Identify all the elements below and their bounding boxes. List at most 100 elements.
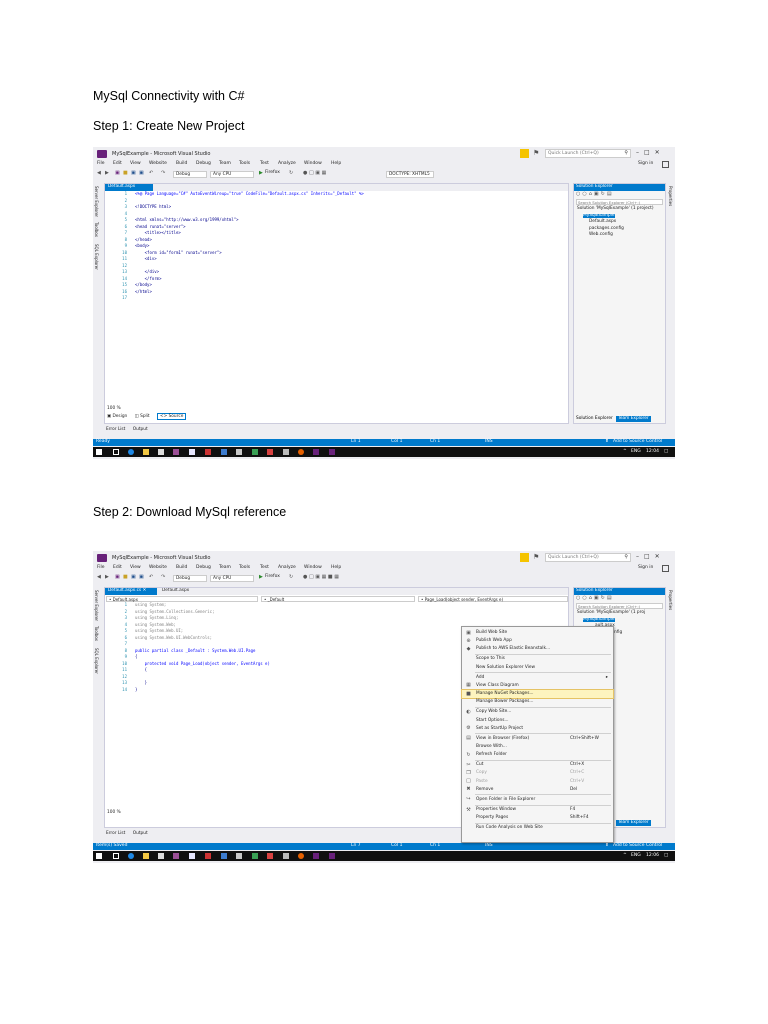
platform-select[interactable]: Any CPU (210, 574, 254, 582)
menu-help[interactable]: Help (331, 161, 341, 167)
store-icon[interactable] (158, 449, 164, 455)
edge-icon[interactable] (128, 449, 134, 455)
context-menu-item[interactable]: Start Options... (462, 717, 613, 725)
context-menu-item[interactable]: ↪ Open Folder in File Explorer (462, 796, 613, 804)
split-tab[interactable]: ◫ Split (135, 414, 150, 419)
context-menu-item[interactable]: ◆ Publish to AWS Elastic Beanstalk... (462, 645, 613, 653)
context-menu-item[interactable]: ▣ Build Web Site (462, 629, 613, 637)
edge-icon[interactable] (128, 853, 134, 859)
tray-clock[interactable]: 12:04 (646, 449, 659, 455)
code-line[interactable]: 17 (105, 296, 560, 303)
app-icon[interactable] (267, 853, 273, 859)
menu-edit[interactable]: Edit (113, 161, 122, 167)
tab-default-aspx[interactable]: Default.aspx (105, 184, 153, 191)
play-icon[interactable]: ▶ (259, 171, 263, 176)
tree-item[interactable]: MySqlExample (583, 617, 615, 622)
feedback-icon[interactable]: ⚑ (533, 150, 540, 157)
menu-website[interactable]: Website (149, 565, 167, 571)
window-controls[interactable]: –□✕ (636, 150, 665, 156)
task-view-icon[interactable] (113, 449, 119, 455)
mail-icon[interactable] (205, 853, 211, 859)
vs-active-icon[interactable] (313, 853, 319, 859)
filter-icon[interactable] (520, 149, 529, 158)
tab-solution-explorer[interactable]: Solution Explorer (574, 416, 615, 422)
sign-in-link[interactable]: Sign in (638, 161, 653, 167)
vs-active-icon[interactable] (313, 449, 319, 455)
windows-start-icon[interactable] (96, 853, 102, 859)
menu-view[interactable]: View (130, 161, 141, 167)
type-navigation-select[interactable]: • _Default (261, 596, 415, 602)
browser-label[interactable]: Firefox (265, 170, 280, 176)
app-icon[interactable] (267, 449, 273, 455)
app-icon[interactable] (283, 853, 289, 859)
firefox-icon[interactable] (298, 449, 304, 455)
open-icon[interactable]: ■ (123, 575, 128, 580)
menu-view[interactable]: View (130, 565, 141, 571)
code-editor[interactable]: Default.aspx 1 <%@ Page Language="C#" Aut… (104, 183, 569, 424)
quick-launch-input[interactable]: Quick Launch (Ctrl+Q) ⚲ (545, 149, 631, 158)
app-icon[interactable] (189, 853, 195, 859)
new-project-icon[interactable]: ▣ (115, 575, 120, 580)
server-explorer-tab[interactable]: Server Explorer (94, 186, 99, 217)
redo-icon[interactable]: ↷ (161, 575, 165, 580)
context-menu-item[interactable]: Manage Bower Packages... (462, 698, 613, 706)
forward-icon[interactable]: ▶ (105, 575, 109, 580)
error-list-tab[interactable]: Error List (106, 427, 125, 432)
filter-icon[interactable] (520, 553, 529, 562)
app-icon[interactable] (252, 449, 258, 455)
save-icon[interactable]: ▣ (131, 575, 136, 580)
menu-build[interactable]: Build (176, 161, 187, 167)
app-icon[interactable] (189, 449, 195, 455)
context-menu-item[interactable]: ↻ Refresh Folder (462, 751, 613, 759)
member-navigation-select[interactable]: • Page_Load(object sender, EventArgs e) (418, 596, 568, 602)
context-menu-item[interactable]: ❐ Copy Ctrl+C (462, 769, 613, 777)
tab-default-aspx[interactable]: Default.aspx (159, 588, 199, 595)
context-menu-item[interactable]: ▤ View in Browser (Firefox) Ctrl+Shift+W (462, 735, 613, 743)
app-icon[interactable] (236, 449, 242, 455)
menu-team[interactable]: Team (219, 161, 231, 167)
windows-start-icon[interactable] (96, 449, 102, 455)
solution-toolbar[interactable]: ○○⌂▣↻▤ (576, 192, 614, 197)
toolbox-tab[interactable]: Toolbox (94, 626, 99, 641)
add-to-source-control-button[interactable]: Add to Source Control (613, 843, 662, 849)
browser-label[interactable]: Firefox (265, 574, 280, 580)
refresh-icon[interactable]: ↻ (289, 575, 293, 580)
source-tab[interactable]: <> Source (157, 412, 187, 420)
solution-toolbar[interactable]: ○○⌂▣↻▤ (576, 596, 614, 601)
quick-launch-input[interactable]: Quick Launch (Ctrl+Q) ⚲ (545, 553, 631, 562)
tree-item[interactable]: packages.config (589, 226, 624, 231)
tab-team-explorer[interactable]: Team Explorer (616, 416, 651, 423)
menu-test[interactable]: Test (260, 565, 269, 571)
tray-chevron-icon[interactable]: ^ (623, 449, 627, 455)
tab-default-aspx-cs[interactable]: Default.aspx.cs ✕ (105, 588, 157, 595)
app-icon[interactable] (236, 853, 242, 859)
context-menu-item[interactable]: ⊕ Publish Web App (462, 637, 613, 645)
context-menu-item[interactable]: ✖ Remove Del (462, 786, 613, 794)
app-icon[interactable] (221, 853, 227, 859)
tray-clock[interactable]: 12:06 (646, 853, 659, 859)
notifications-icon[interactable]: □ (664, 449, 668, 455)
vs-taskbar-icon[interactable] (173, 449, 179, 455)
context-menu-item[interactable]: ⚙ Set as StartUp Project (462, 725, 613, 733)
doctype-select[interactable]: DOCTYPE: XHTML5 (386, 170, 434, 178)
menu-website[interactable]: Website (149, 161, 167, 167)
tab-team-explorer[interactable]: Team Explorer (616, 820, 651, 827)
menu-edit[interactable]: Edit (113, 565, 122, 571)
sql-explorer-tab[interactable]: SQL Explorer (94, 244, 99, 270)
context-menu-item[interactable]: ⚒ Properties Window F4 (462, 806, 613, 814)
add-to-source-control-button[interactable]: Add to Source Control (613, 439, 662, 445)
play-icon[interactable]: ▶ (259, 575, 263, 580)
configuration-select[interactable]: Debug (173, 170, 207, 178)
zoom-level[interactable]: 100 % (107, 810, 121, 815)
context-menu-item[interactable]: ◐ Copy Web Site... (462, 708, 613, 716)
new-project-icon[interactable]: ▣ (115, 171, 120, 176)
context-menu-item[interactable]: Run Code Analysis on Web Site (462, 824, 613, 832)
context-menu-item[interactable]: New Solution Explorer View (462, 664, 613, 672)
undo-icon[interactable]: ↶ (149, 575, 153, 580)
menu-window[interactable]: Window (304, 565, 322, 571)
file-navigation-select[interactable]: • Default.aspx (106, 596, 258, 602)
redo-icon[interactable]: ↷ (161, 171, 165, 176)
menu-analyze[interactable]: Analyze (278, 161, 296, 167)
context-menu-item[interactable]: ▦ View Class Diagram (462, 682, 613, 690)
forward-icon[interactable]: ▶ (105, 171, 109, 176)
